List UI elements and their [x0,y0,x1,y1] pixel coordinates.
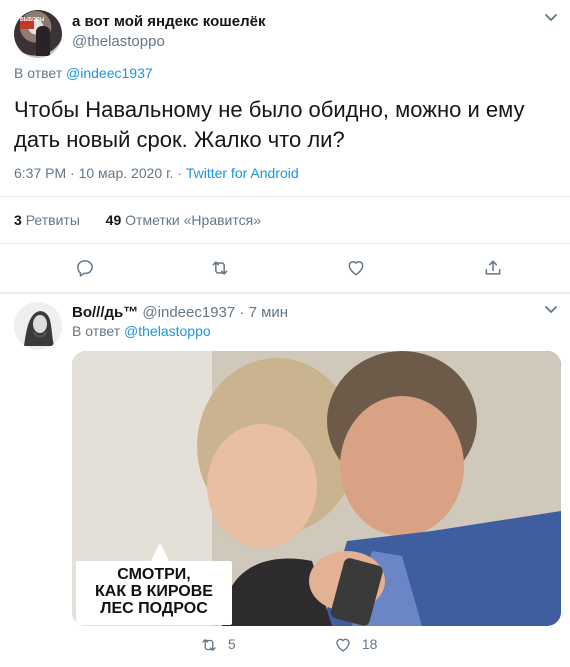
chevron-down-icon[interactable] [544,302,558,319]
avatar-figure [36,26,50,56]
share-icon[interactable] [483,258,505,280]
retweet-icon[interactable] [210,258,232,280]
divider [0,292,570,294]
reply-like-action[interactable]: 18 [334,636,377,654]
chevron-down-icon[interactable] [544,10,558,27]
retweet-icon[interactable] [200,636,222,652]
retweets-stat[interactable]: 3 Ретвиты [14,212,80,228]
attached-photo[interactable]: СМОТРИ, КАК В КИРОВЕ ЛЕС ПОДРОС [72,351,561,626]
tweet-date[interactable]: 10 мар. 2020 г. [79,165,174,181]
reply-context: В ответ @indeec1937 [14,65,153,81]
reply-author-line: Во///дь™ @indeec1937 · 7 мин [72,304,289,321]
likes-stat[interactable]: 49 Отметки «Нравится» [106,212,261,228]
reply-time[interactable]: 7 мин [249,304,289,321]
reply-retweet-action[interactable]: 5 [200,636,236,654]
heart-icon[interactable] [346,258,368,280]
heart-icon[interactable] [334,636,356,652]
reply-author-avatar[interactable] [14,302,62,350]
reply-to-link[interactable]: @thelastoppo [124,323,211,339]
reply-context: В ответ @thelastoppo [72,323,211,339]
reply-author-name[interactable]: Во///дь™ [72,304,138,321]
tweet-time[interactable]: 6:37 PM [14,165,66,181]
author-handle[interactable]: @thelastoppo [72,33,165,50]
tweet-meta: 6:37 PM · 10 мар. 2020 г. · Twitter for … [14,165,299,181]
author-avatar[interactable]: ВЫБОРЫ [14,10,62,58]
tweet-stats: 3 Ретвиты 49 Отметки «Нравится» [14,212,261,228]
retweet-count: 5 [227,636,236,652]
divider [0,243,570,244]
like-count: 18 [361,636,378,652]
reply-icon[interactable] [75,258,97,280]
divider [0,196,570,197]
avatar-poster: ВЫБОРЫ [20,18,44,29]
tweet-source[interactable]: Twitter for Android [186,165,299,181]
photo-caption: СМОТРИ, КАК В КИРОВЕ ЛЕС ПОДРОС [76,561,232,625]
tweet-text: Чтобы Навальному не было обидно, можно и… [14,97,525,152]
reply-author-handle[interactable]: @indeec1937 [142,304,235,321]
reply-to-link[interactable]: @indeec1937 [66,65,153,81]
author-name[interactable]: а вот мой яндекс кошелёк [72,13,265,30]
